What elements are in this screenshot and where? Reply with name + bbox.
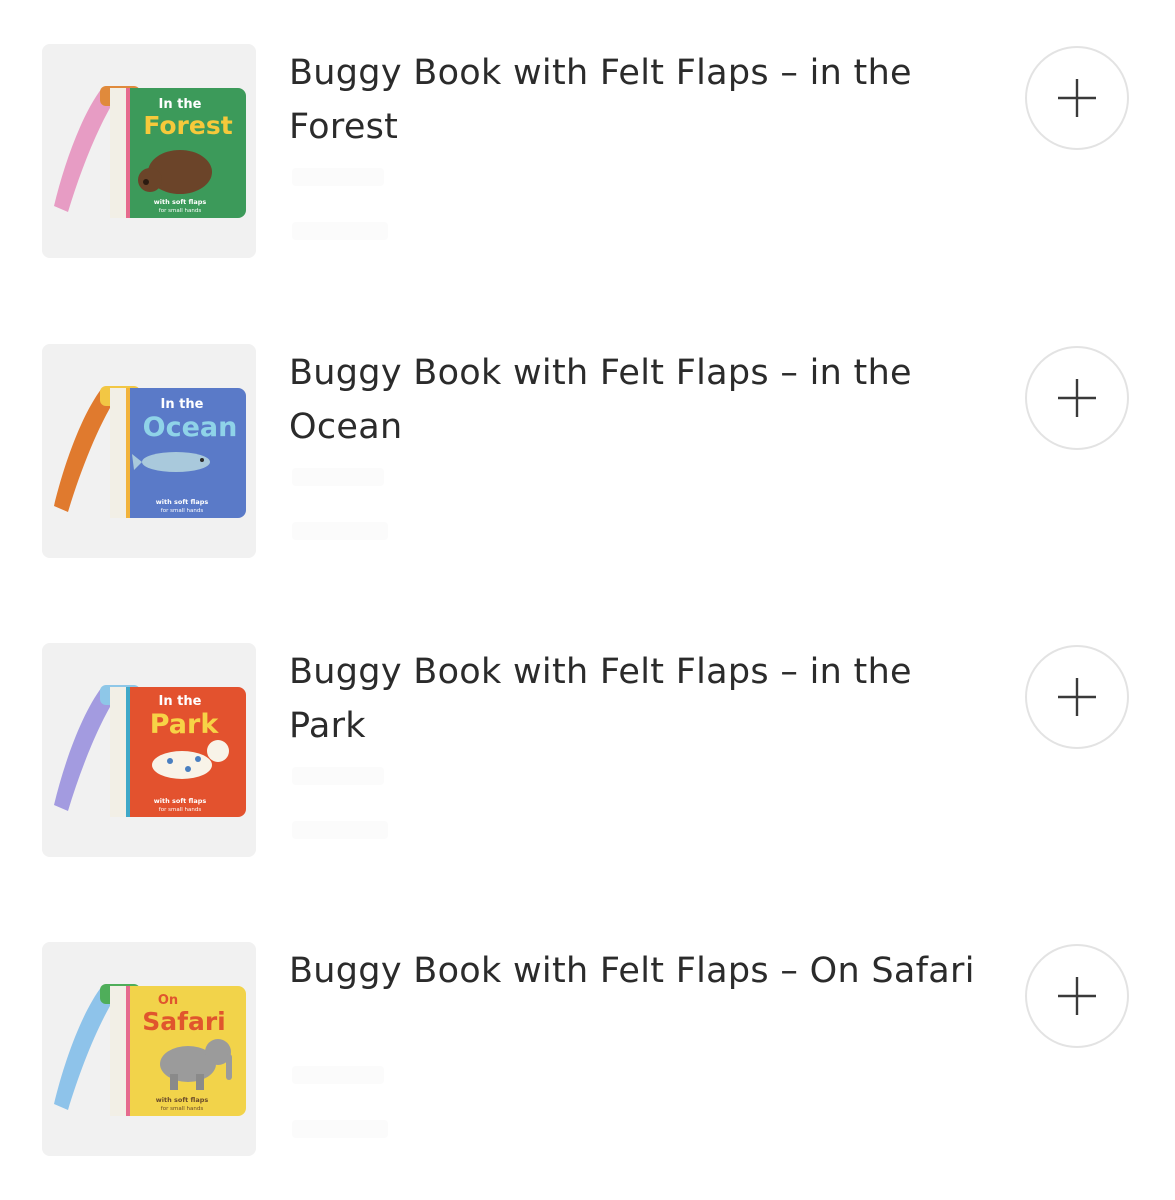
cover-title-line1: In the — [159, 694, 202, 709]
product-title[interactable]: Buggy Book with Felt Flaps – in the Park — [289, 645, 989, 753]
product-title[interactable]: Buggy Book with Felt Flaps – in the Ocea… — [289, 346, 989, 454]
add-to-basket-button[interactable] — [1025, 645, 1129, 749]
product-title[interactable]: Buggy Book with Felt Flaps – On Safari — [289, 944, 989, 998]
cover-title-line1: In the — [159, 97, 202, 112]
placeholder-line — [292, 468, 384, 486]
plus-icon — [1058, 678, 1096, 716]
product-row: In the Ocean with soft flaps for small h… — [0, 344, 1175, 584]
cover-tagline-2: for small hands — [159, 208, 202, 214]
placeholder-line — [292, 767, 384, 785]
placeholder-line — [292, 1120, 388, 1138]
add-to-basket-button[interactable] — [1025, 46, 1129, 150]
product-thumbnail[interactable]: On Safari with soft flaps for small hand… — [42, 942, 256, 1156]
product-row: In the Park with soft flaps for small ha… — [0, 643, 1175, 883]
product-list: In the Forest with soft flaps for small … — [0, 0, 1175, 1200]
cover-tagline-2: for small hands — [161, 508, 204, 514]
cover-title-line1: In the — [161, 397, 204, 412]
cover-tagline-1: with soft flaps — [156, 1096, 209, 1104]
cover-title-line2: Safari — [142, 1007, 226, 1036]
placeholder-line — [292, 168, 384, 186]
product-row: In the Forest with soft flaps for small … — [0, 44, 1175, 284]
plus-icon — [1058, 977, 1096, 1015]
add-to-basket-button[interactable] — [1025, 944, 1129, 1048]
cover-tagline-2: for small hands — [161, 1106, 204, 1112]
book-cover-image: In the Park with soft flaps for small ha… — [42, 643, 256, 857]
cover-tagline-1: with soft flaps — [154, 198, 207, 206]
product-thumbnail[interactable]: In the Ocean with soft flaps for small h… — [42, 344, 256, 558]
add-to-basket-button[interactable] — [1025, 346, 1129, 450]
plus-icon — [1058, 79, 1096, 117]
cover-title-line2: Forest — [143, 111, 232, 140]
placeholder-line — [292, 821, 388, 839]
cover-tagline-1: with soft flaps — [156, 498, 209, 506]
product-title[interactable]: Buggy Book with Felt Flaps – in the Fore… — [289, 46, 989, 154]
cover-tagline-1: with soft flaps — [154, 797, 207, 805]
product-thumbnail[interactable]: In the Forest with soft flaps for small … — [42, 44, 256, 258]
book-cover-image: On Safari with soft flaps for small hand… — [42, 942, 256, 1156]
product-row: On Safari with soft flaps for small hand… — [0, 942, 1175, 1182]
placeholder-line — [292, 522, 388, 540]
cover-title-line2: Ocean — [143, 412, 238, 443]
cover-tagline-2: for small hands — [159, 807, 202, 813]
book-cover-image: In the Ocean with soft flaps for small h… — [42, 344, 256, 558]
cover-title-line2: Park — [150, 709, 220, 740]
plus-icon — [1058, 379, 1096, 417]
placeholder-line — [292, 222, 388, 240]
cover-title-line1: On — [158, 993, 178, 1008]
book-cover-image: In the Forest with soft flaps for small … — [42, 44, 256, 258]
product-thumbnail[interactable]: In the Park with soft flaps for small ha… — [42, 643, 256, 857]
placeholder-line — [292, 1066, 384, 1084]
